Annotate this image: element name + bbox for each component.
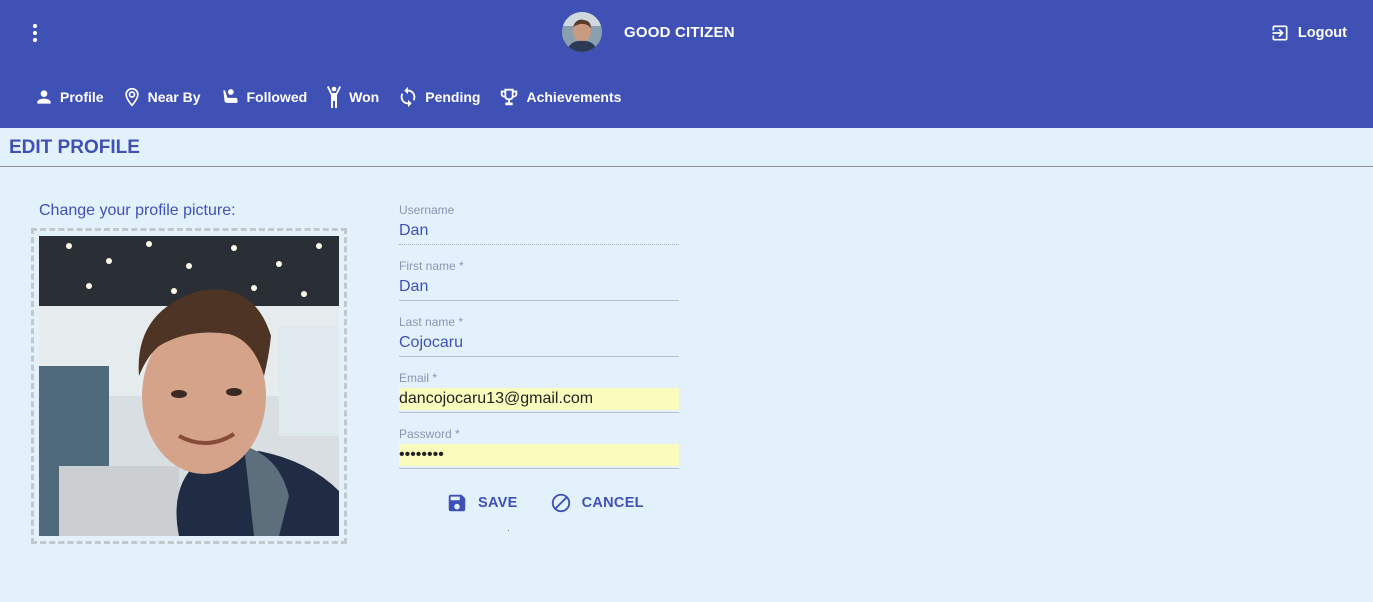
more-vert-icon[interactable] (22, 18, 48, 48)
last-name-field: Last name * (399, 315, 679, 371)
profile-photo (39, 236, 339, 536)
follow-icon (222, 89, 237, 103)
person-icon (37, 90, 51, 104)
tab-label: Won (349, 89, 380, 105)
username-field: Username (399, 203, 679, 259)
floppy-disk-icon (448, 494, 466, 512)
last-name-input[interactable] (399, 332, 679, 354)
save-button[interactable]: SAVE (446, 492, 518, 514)
username-input[interactable] (399, 220, 679, 242)
password-label: Password * (399, 427, 460, 441)
logout-icon (1272, 25, 1288, 41)
last-name-label: Last name * (399, 315, 464, 329)
location-pin-icon (124, 87, 139, 107)
block-icon (551, 493, 570, 513)
tab-label: Achievements (526, 89, 622, 105)
field-underline (399, 300, 679, 301)
tab-followed[interactable]: Followed (211, 82, 316, 112)
tab-profile[interactable]: Profile (26, 82, 112, 112)
field-underline (399, 468, 679, 469)
logout-button[interactable]: Logout (1270, 22, 1347, 44)
logout-label: Logout (1297, 25, 1347, 41)
tab-label: Followed (246, 89, 308, 105)
save-label: SAVE (478, 495, 518, 511)
page-title: EDIT PROFILE (9, 137, 140, 158)
sync-icon (400, 86, 416, 108)
app-title: GOOD CITIZEN (624, 23, 735, 41)
profile-picture-label: Change your profile picture: (39, 202, 236, 219)
first-name-input[interactable] (399, 276, 679, 298)
profile-picture-dropzone[interactable] (31, 228, 347, 544)
tab-achievements[interactable]: Achievements (490, 82, 629, 112)
field-underline (399, 412, 679, 413)
first-name-field: First name * (399, 259, 679, 315)
tab-label: Pending (425, 89, 481, 105)
first-name-label: First name * (399, 259, 464, 273)
tab-near-by[interactable]: Near By (114, 82, 209, 112)
form-actions: SAVE CANCEL (446, 492, 644, 514)
app-bar: GOOD CITIZEN Logout Profile Near By Foll… (0, 0, 1373, 128)
trophy-icon (501, 88, 518, 106)
loading-dot (508, 530, 509, 531)
password-field: Password * (399, 427, 679, 483)
trophy-person-icon (327, 86, 342, 108)
brand: GOOD CITIZEN (562, 12, 735, 52)
password-input[interactable] (399, 444, 679, 466)
tab-pending[interactable]: Pending (389, 82, 488, 112)
field-underline (399, 356, 679, 357)
username-label: Username (399, 203, 455, 217)
tab-label: Near By (147, 89, 201, 105)
avatar[interactable] (562, 12, 602, 52)
cancel-label: CANCEL (581, 495, 644, 511)
tab-won[interactable]: Won (317, 82, 387, 112)
field-underline (399, 244, 679, 245)
email-input[interactable] (399, 388, 679, 410)
divider (0, 166, 1373, 167)
nav-tabs: Profile Near By Followed Won Pending Ach… (26, 82, 631, 112)
cancel-button[interactable]: CANCEL (550, 492, 644, 514)
edit-profile-form: Username First name * Last name * Email … (399, 203, 679, 483)
email-field: Email * (399, 371, 679, 427)
email-label: Email * (399, 371, 438, 385)
tab-label: Profile (60, 89, 104, 105)
